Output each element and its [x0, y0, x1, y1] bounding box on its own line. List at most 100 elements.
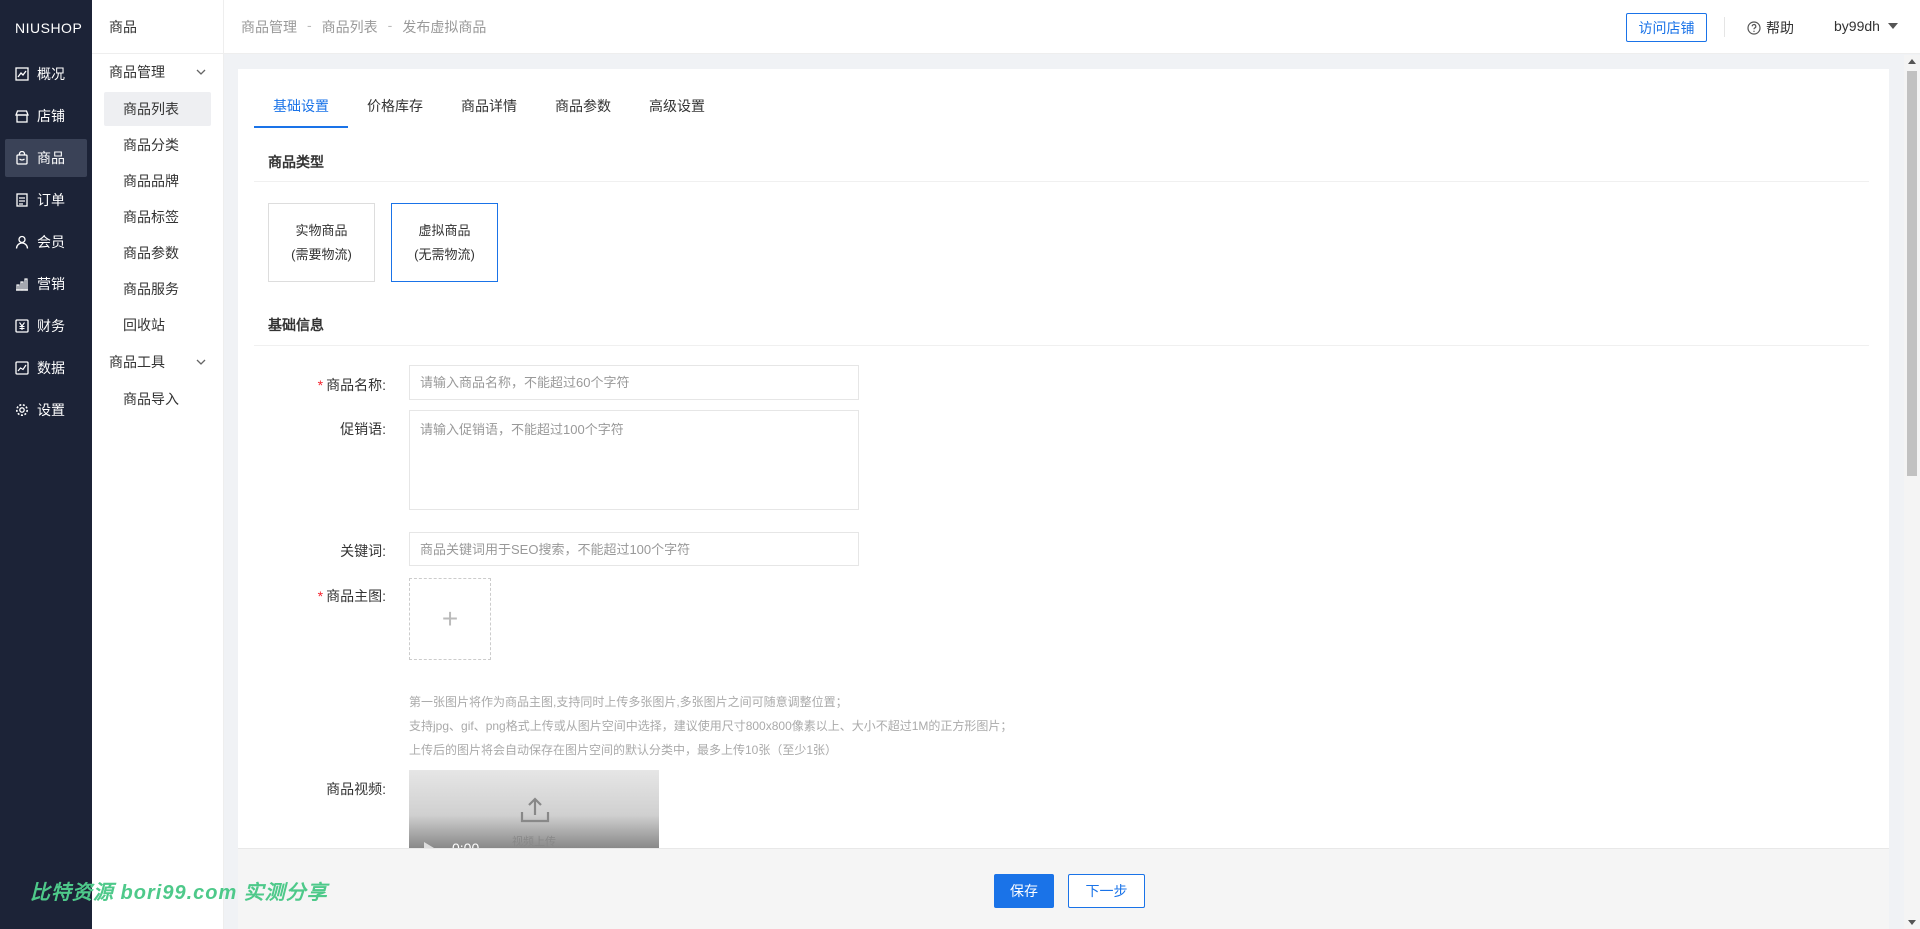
breadcrumb-current: 发布虚拟商品: [402, 18, 487, 35]
tab-goods-params[interactable]: 商品参数: [536, 87, 630, 125]
breadcrumb-separator: -: [307, 16, 312, 33]
video-label: 商品视频:: [326, 781, 386, 797]
breadcrumb-item[interactable]: 商品列表: [322, 17, 378, 37]
visit-store-button[interactable]: 访问店铺: [1626, 13, 1707, 42]
sub-item-goods-service[interactable]: 商品服务: [104, 272, 211, 306]
action-bar: 保存 下一步: [238, 848, 1889, 929]
virtual-goods-sublabel: (无需物流): [414, 246, 475, 262]
sub-sidebar: 商品 商品管理 商品列表 商品分类 商品品牌 商品标签 商品参数 商品服务 回收…: [92, 0, 224, 929]
bag-icon: [15, 151, 29, 165]
sub-item-goods-brand[interactable]: 商品品牌: [104, 164, 211, 198]
username: by99dh: [1834, 18, 1880, 34]
keyword-input[interactable]: [409, 532, 859, 566]
scrollbar[interactable]: [1904, 55, 1920, 929]
scroll-up-arrow-icon[interactable]: [1908, 59, 1916, 64]
section-divider: [254, 181, 1869, 182]
data-icon: [15, 361, 29, 375]
virtual-goods-card[interactable]: 虚拟商品 (无需物流): [391, 203, 498, 282]
store-icon: [15, 109, 29, 123]
breadcrumb: 商品管理 - 商品列表 - 发布虚拟商品: [224, 17, 486, 37]
main-nav: NIUSHOP 概况 店铺 商品 订单 会员 营销 财务 数据 设置: [0, 0, 92, 929]
group-label: 商品管理: [109, 64, 165, 80]
chevron-down-icon: [196, 359, 206, 365]
nav-item-label: 设置: [37, 402, 65, 418]
nav-item-label: 店铺: [37, 108, 65, 124]
nav-item-members[interactable]: 会员: [5, 223, 87, 261]
goods-name-input[interactable]: [409, 365, 859, 400]
nav-item-label: 财务: [37, 318, 65, 334]
sub-item-goods-import[interactable]: 商品导入: [104, 382, 211, 416]
physical-goods-label: 实物商品: [295, 222, 348, 238]
main-panel: 基础设置 价格库存 商品详情 商品参数 高级设置 商品类型 实物商品 (需要物流…: [238, 69, 1889, 929]
sub-item-recycle-bin[interactable]: 回收站: [104, 308, 211, 342]
video-upload-area[interactable]: 视频上传 0:00: [409, 770, 659, 860]
scroll-thumb[interactable]: [1907, 71, 1917, 476]
yen-icon: [15, 319, 29, 333]
gear-icon: [15, 403, 29, 417]
group-goods-tools[interactable]: 商品工具: [92, 344, 223, 380]
chart-line-icon: [15, 67, 29, 81]
chevron-down-icon: [196, 69, 206, 75]
caret-down-icon: [1887, 23, 1898, 29]
bar-chart-icon: [15, 277, 29, 291]
main-image-label-text: 商品主图:: [326, 588, 386, 604]
plus-icon: +: [441, 603, 459, 634]
nav-item-settings[interactable]: 设置: [5, 391, 87, 429]
image-hint-3: 上传后的图片将会自动保存在图片空间的默认分类中，最多上传10张（至少1张）: [409, 743, 838, 757]
goods-name-label: * 商品名称:: [266, 375, 386, 395]
basic-info-title: 基础信息: [268, 317, 324, 333]
header-divider: [1724, 17, 1725, 37]
section-divider: [254, 345, 1869, 346]
image-hint-1: 第一张图片将作为商品主图,支持同时上传多张图片,多张图片之间可随意调整位置；: [409, 695, 848, 709]
next-step-button[interactable]: 下一步: [1068, 874, 1145, 908]
nav-item-data[interactable]: 数据: [5, 349, 87, 387]
nav-item-label: 会员: [37, 234, 65, 250]
document-icon: [15, 193, 29, 207]
required-mark: *: [317, 588, 324, 604]
tab-basic-settings[interactable]: 基础设置: [254, 87, 348, 128]
virtual-goods-label: 虚拟商品: [418, 222, 471, 238]
nav-item-overview[interactable]: 概况: [5, 55, 87, 93]
physical-goods-card[interactable]: 实物商品 (需要物流): [268, 203, 375, 282]
watermark: 比特资源 bori99.com 实测分享: [30, 882, 328, 904]
help-icon: [1747, 21, 1761, 35]
nav-item-goods[interactable]: 商品: [5, 139, 87, 177]
nav-item-label: 概况: [37, 66, 65, 82]
tab-goods-detail[interactable]: 商品详情: [442, 87, 536, 125]
sub-item-goods-list[interactable]: 商品列表: [104, 92, 211, 126]
goods-type-title: 商品类型: [268, 154, 324, 170]
nav-item-label: 订单: [37, 192, 65, 208]
breadcrumb-item[interactable]: 商品管理: [241, 17, 297, 37]
group-label: 商品工具: [109, 354, 165, 370]
tab-advanced-settings[interactable]: 高级设置: [630, 87, 724, 125]
nav-item-marketing[interactable]: 营销: [5, 265, 87, 303]
sub-item-goods-tags[interactable]: 商品标签: [104, 200, 211, 234]
group-goods-management[interactable]: 商品管理: [92, 54, 223, 90]
scroll-down-arrow-icon[interactable]: [1908, 920, 1916, 925]
nav-item-finance[interactable]: 财务: [5, 307, 87, 345]
sub-item-goods-params[interactable]: 商品参数: [104, 236, 211, 270]
physical-goods-sublabel: (需要物流): [291, 246, 352, 262]
image-upload-button[interactable]: +: [409, 578, 491, 660]
nav-item-label: 商品: [37, 150, 65, 166]
sub-sidebar-title: 商品: [92, 0, 223, 54]
tab-price-stock[interactable]: 价格库存: [348, 87, 442, 125]
goods-name-label-text: 商品名称:: [326, 377, 386, 393]
promo-label: 促销语:: [340, 421, 386, 437]
promo-textarea[interactable]: [409, 410, 859, 510]
image-hint-2: 支持jpg、gif、png格式上传或从图片空间中选择，建议使用尺寸800x800…: [409, 719, 1013, 733]
nav-item-store[interactable]: 店铺: [5, 97, 87, 135]
user-icon: [15, 235, 29, 249]
save-button[interactable]: 保存: [994, 874, 1054, 908]
sub-item-goods-category[interactable]: 商品分类: [104, 128, 211, 162]
tab-bar: 基础设置 价格库存 商品详情 商品参数 高级设置: [254, 87, 724, 128]
nav-item-orders[interactable]: 订单: [5, 181, 87, 219]
help-link[interactable]: 帮助: [1747, 18, 1794, 38]
help-label: 帮助: [1766, 20, 1794, 36]
user-menu[interactable]: by99dh: [1834, 18, 1898, 34]
nav-item-label: 数据: [37, 360, 65, 376]
logo[interactable]: NIUSHOP: [0, 0, 92, 55]
breadcrumb-separator: -: [387, 16, 393, 33]
nav-item-label: 营销: [37, 276, 65, 292]
top-header: 商品管理 - 商品列表 - 发布虚拟商品 访问店铺 帮助 by99dh: [224, 0, 1920, 54]
